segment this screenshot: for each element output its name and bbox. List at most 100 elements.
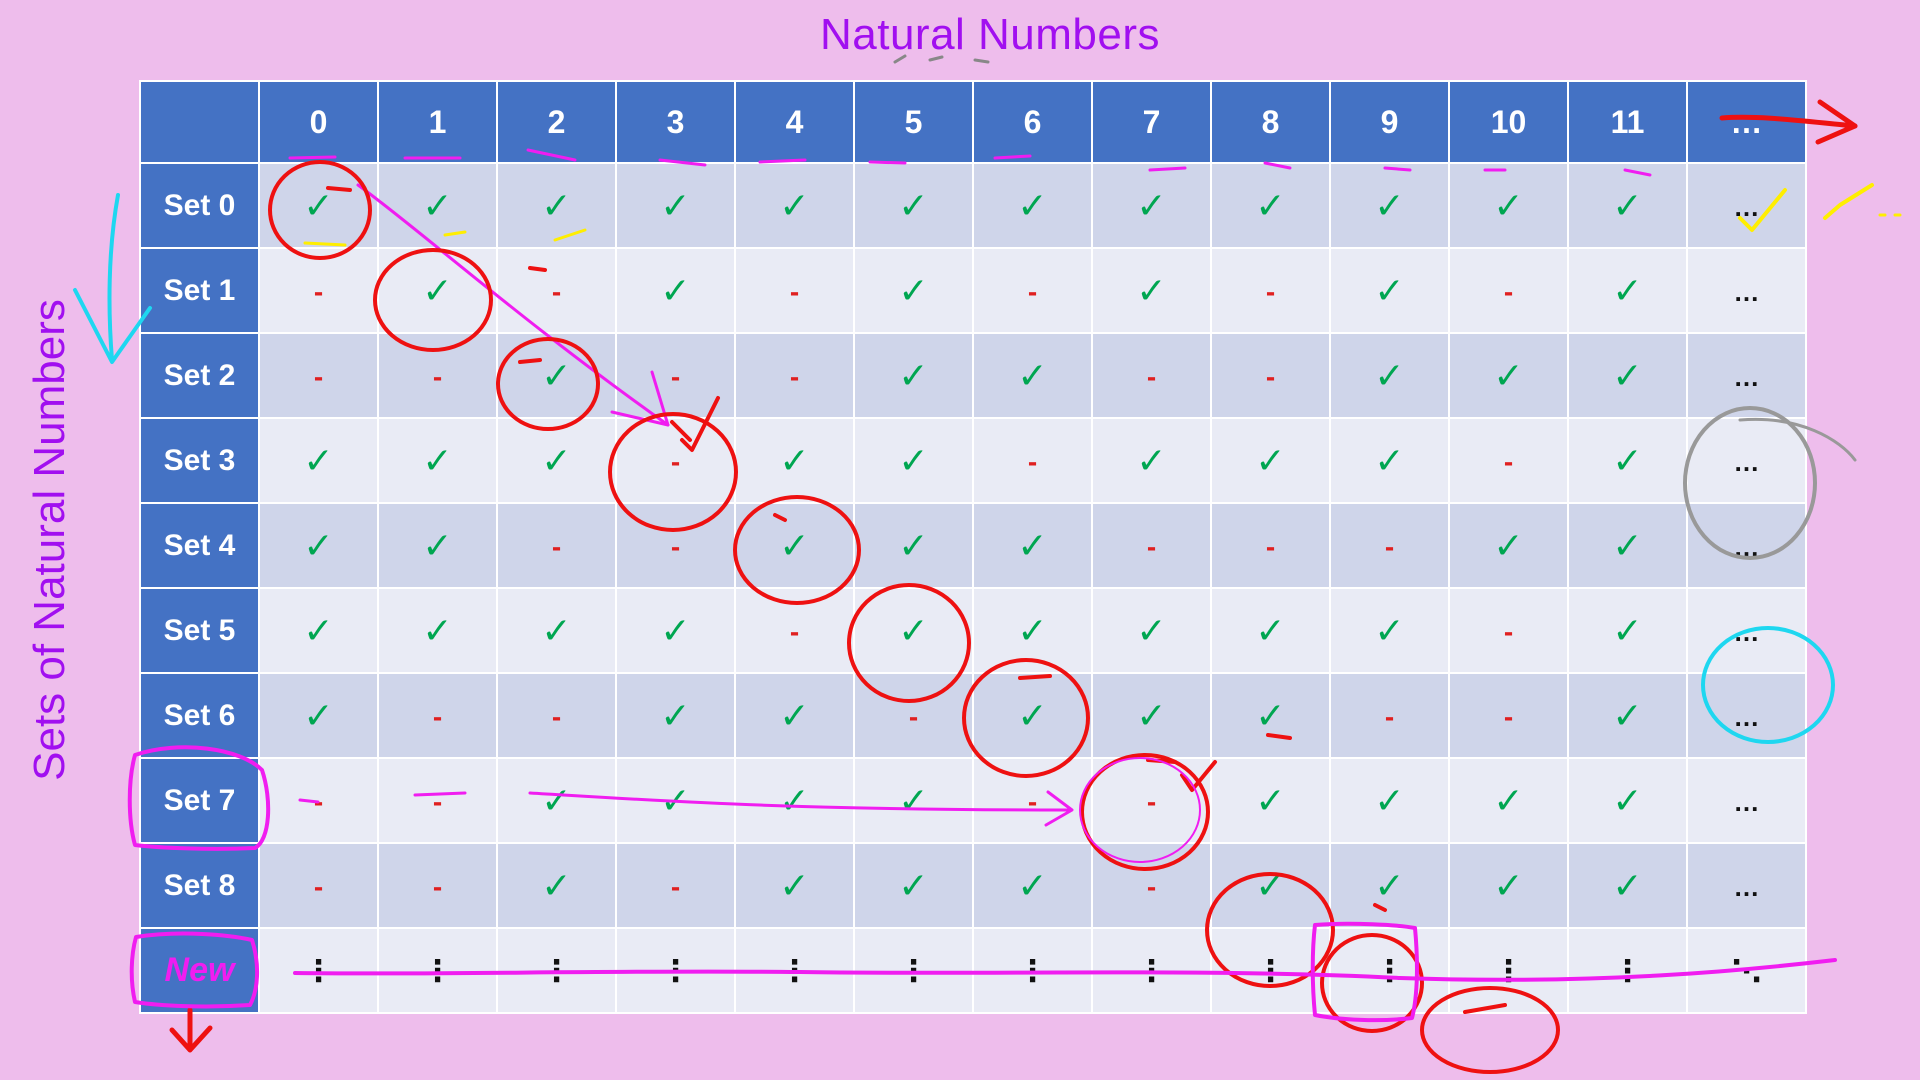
check-mark: ✓ xyxy=(1612,609,1643,651)
grid-cell: - xyxy=(1448,417,1569,504)
grid-cell: - xyxy=(258,757,379,844)
dash-mark: - xyxy=(313,276,324,307)
grid-cell: - xyxy=(972,417,1093,504)
grid-cell: ✓ xyxy=(496,757,617,844)
grid-cell: ✓ xyxy=(1091,247,1212,334)
set-row: Set 4 ✓ ✓ - - ✓ ✓ ✓ - - - ✓ ✓… xyxy=(139,502,1807,589)
grid-cell: ⋮ xyxy=(1091,927,1212,1014)
grid-cell: ✓ xyxy=(1329,417,1450,504)
grid-cell: ✓ xyxy=(258,417,379,504)
dash-mark: - xyxy=(1146,361,1157,392)
grid-cell: ✓ xyxy=(1567,672,1688,759)
column-header: 8 xyxy=(1210,80,1331,164)
check-mark: ✓ xyxy=(660,694,691,736)
ellipsis-mark: … xyxy=(1733,872,1760,902)
grid-cell: ✓ xyxy=(1210,842,1331,929)
grid-cell: ✓ xyxy=(1091,672,1212,759)
dash-mark: - xyxy=(670,446,681,477)
check-mark: ✓ xyxy=(541,779,572,821)
grid-cell: ✓ xyxy=(377,247,498,334)
check-mark: ✓ xyxy=(898,184,929,226)
row-header: Set 5 xyxy=(139,587,260,674)
row-header: Set 6 xyxy=(139,672,260,759)
grid-cell: ✓ xyxy=(1448,842,1569,929)
grid-cell: ✓ xyxy=(615,587,736,674)
grid-cell: - xyxy=(1091,502,1212,589)
check-mark: ✓ xyxy=(1255,609,1286,651)
grid-cell: ✓ xyxy=(377,417,498,504)
grid-cell: ✓ xyxy=(734,417,855,504)
column-header: 2 xyxy=(496,80,617,164)
set-row: Set 5 ✓ ✓ ✓ ✓ - ✓ ✓ ✓ ✓ ✓ - ✓… xyxy=(139,587,1807,674)
ellipsis-mark: … xyxy=(1733,787,1760,817)
dash-mark: - xyxy=(789,276,800,307)
grid-cell: - xyxy=(258,842,379,929)
dash-mark: - xyxy=(670,531,681,562)
check-mark: ✓ xyxy=(1374,864,1405,906)
check-mark: ✓ xyxy=(1017,694,1048,736)
grid-cell: - xyxy=(496,502,617,589)
check-mark: ✓ xyxy=(1612,184,1643,226)
grid-cell: ✓ xyxy=(734,672,855,759)
grid-cell: - xyxy=(377,842,498,929)
grid-cell: - xyxy=(734,247,855,334)
check-mark: ✓ xyxy=(1612,439,1643,481)
grid-cell: ✓ xyxy=(972,502,1093,589)
column-header-ellipsis: … xyxy=(1686,80,1807,164)
row-header: Set 7 xyxy=(139,757,260,844)
grid-cell: ✓ xyxy=(1210,757,1331,844)
grid-cell: ✓ xyxy=(258,672,379,759)
row-header: Set 2 xyxy=(139,332,260,419)
grid-cell: ✓ xyxy=(1567,502,1688,589)
set-row: Set 8- - ✓ - ✓ ✓ ✓ - ✓ ✓ ✓ ✓… xyxy=(139,842,1807,929)
dash-mark: - xyxy=(313,361,324,392)
check-mark: ✓ xyxy=(1612,354,1643,396)
ellipsis-mark: … xyxy=(1733,617,1760,647)
ellipsis-mark: … xyxy=(1733,447,1760,477)
grid-cell: ✓ xyxy=(1448,332,1569,419)
check-mark: ✓ xyxy=(541,354,572,396)
column-header: 6 xyxy=(972,80,1093,164)
check-mark: ✓ xyxy=(1612,694,1643,736)
vertical-dots-mark: ⋮ xyxy=(303,955,334,988)
set-row: Set 3 ✓ ✓ ✓ - ✓ ✓ - ✓ ✓ ✓ - ✓… xyxy=(139,417,1807,504)
grid-cell: ✓ xyxy=(1567,587,1688,674)
grid-cell: ✓ xyxy=(1567,332,1688,419)
check-mark: ✓ xyxy=(1493,184,1524,226)
grid-cell: ✓ xyxy=(853,502,974,589)
check-mark: ✓ xyxy=(1017,354,1048,396)
grid-cell: - xyxy=(1448,247,1569,334)
grid-cell: … xyxy=(1686,332,1807,419)
check-mark: ✓ xyxy=(660,269,691,311)
check-mark: ✓ xyxy=(303,609,334,651)
check-mark: ✓ xyxy=(779,864,810,906)
check-mark: ✓ xyxy=(1255,439,1286,481)
grid-cell: - xyxy=(496,672,617,759)
set-row: New ⋮ ⋮ ⋮ ⋮ ⋮ ⋮ ⋮ ⋮ ⋮ ⋮ ⋮ ⋮ ⋱ xyxy=(139,927,1807,1014)
grid-cell: ✓ xyxy=(1329,332,1450,419)
check-mark: ✓ xyxy=(422,439,453,481)
grid-cell: ✓ xyxy=(1091,162,1212,249)
membership-grid: 0 1 2 3 4 5 6 7 8 9 10 11 … Set 0 ✓ ✓ ✓ ✓ ✓ ✓ ✓… xyxy=(139,80,1807,1014)
vertical-axis-title: Sets of Natural Numbers xyxy=(25,299,74,781)
grid-cell: - xyxy=(377,332,498,419)
grid-cell: ✓ xyxy=(496,842,617,929)
grid-cell: - xyxy=(1448,587,1569,674)
grid-cell: ⋮ xyxy=(972,927,1093,1014)
vertical-dots-mark: ⋮ xyxy=(1255,955,1286,988)
dash-mark: - xyxy=(1027,446,1038,477)
check-mark: ✓ xyxy=(1612,864,1643,906)
grid-cell: ✓ xyxy=(377,162,498,249)
grid-cell: - xyxy=(972,247,1093,334)
set-row: Set 7- - ✓ ✓ ✓ ✓ - - ✓ ✓ ✓ ✓… xyxy=(139,757,1807,844)
grid-cell: ✓ xyxy=(853,587,974,674)
vertical-dots-mark: ⋮ xyxy=(1612,955,1643,988)
row-header: Set 3 xyxy=(139,417,260,504)
grid-cell: - xyxy=(1210,502,1331,589)
grid-cell: ✓ xyxy=(1329,757,1450,844)
check-mark: ✓ xyxy=(541,439,572,481)
dash-mark: - xyxy=(1503,276,1514,307)
check-mark: ✓ xyxy=(898,864,929,906)
grid-cell: ✓ xyxy=(1567,842,1688,929)
grid-cell: ✓ xyxy=(734,842,855,929)
